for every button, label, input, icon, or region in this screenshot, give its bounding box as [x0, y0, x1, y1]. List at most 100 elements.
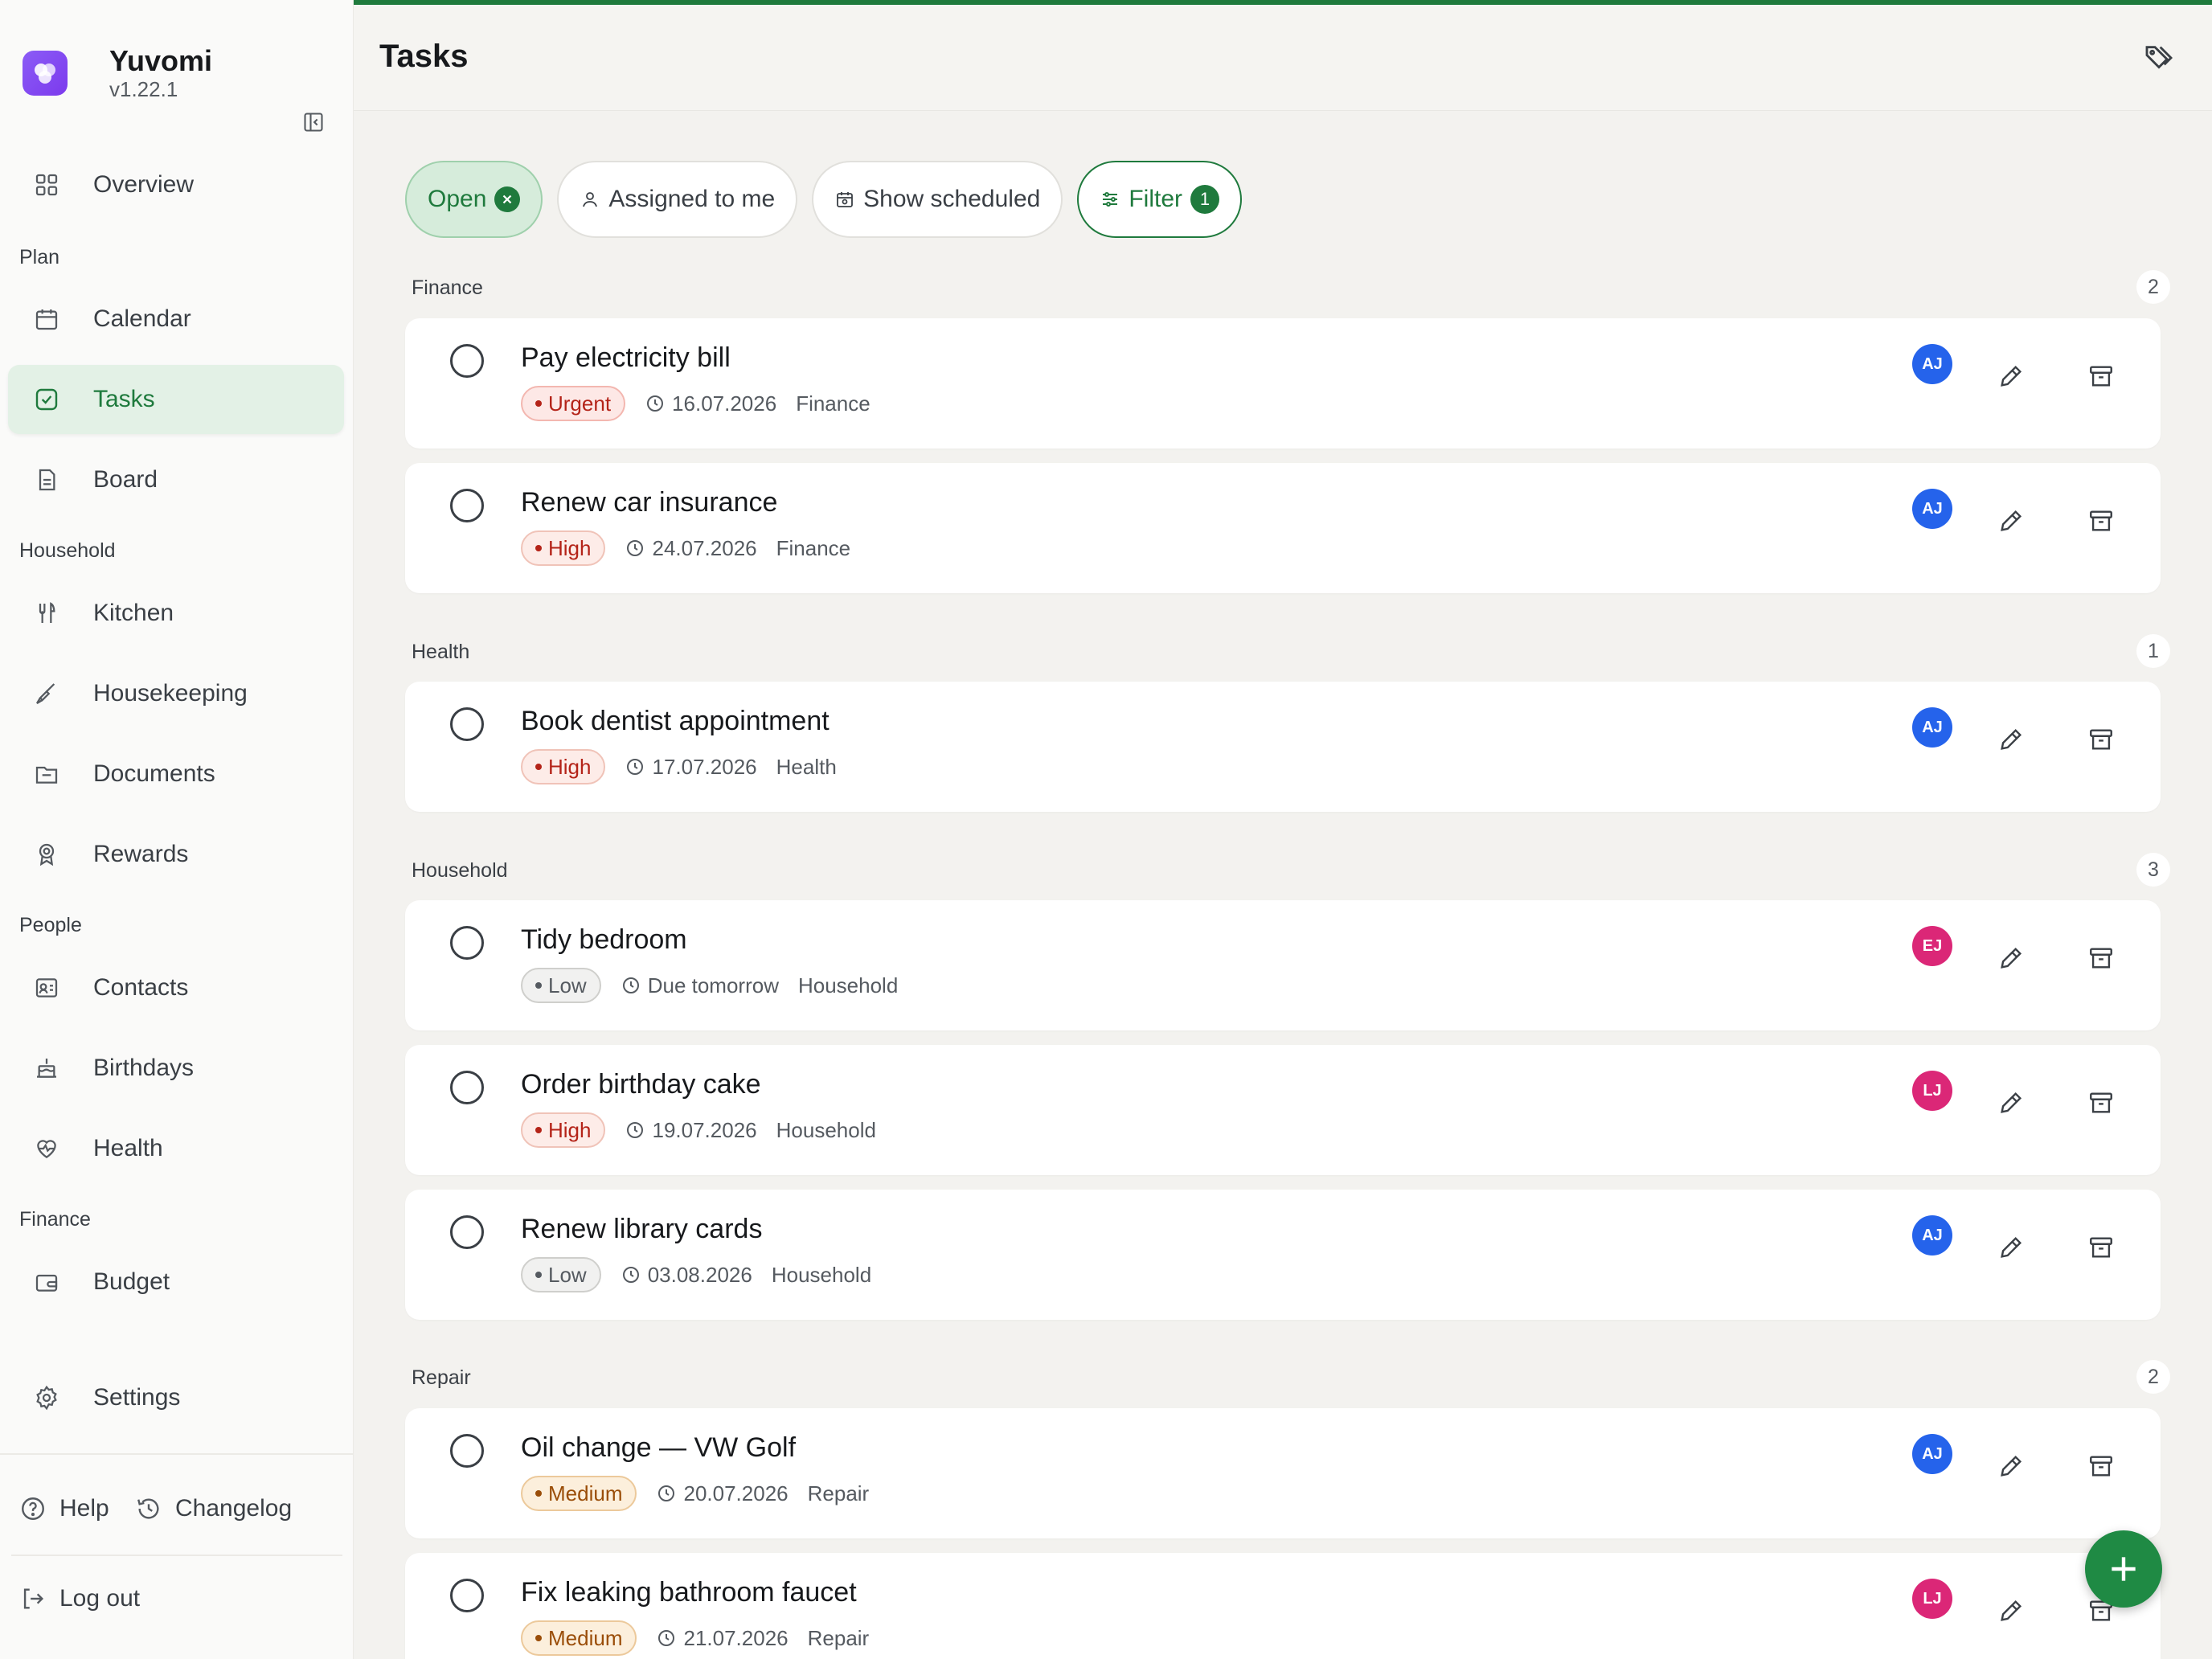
brand-name: Yuvomi — [109, 44, 213, 77]
task-checkbox[interactable] — [450, 926, 484, 960]
sidebar-item-contacts[interactable]: Contacts — [8, 953, 344, 1022]
clock-icon — [621, 1264, 641, 1285]
task-category: Health — [776, 754, 837, 779]
avatar[interactable]: LJ — [1912, 1071, 1952, 1111]
task-row[interactable]: Oil change — VW Golf Medium 20.07.2026 R… — [405, 1408, 2161, 1538]
archive-icon[interactable] — [2083, 1230, 2119, 1265]
sidebar-item-overview[interactable]: Overview — [8, 150, 344, 219]
task-row[interactable]: Book dentist appointment High 17.07.2026… — [405, 682, 2161, 812]
sidebar-item-calendar[interactable]: Calendar — [8, 285, 344, 354]
task-checkbox[interactable] — [450, 489, 484, 522]
app-root: Yuvomi v1.22.1 Overview Plan Calendar Ta… — [0, 0, 2212, 1659]
sidebar-item-documents[interactable]: Documents — [8, 739, 344, 809]
task-row[interactable]: Renew car insurance High 24.07.2026 Fina… — [405, 463, 2161, 593]
sidebar-item-budget[interactable]: Budget — [8, 1247, 344, 1317]
task-meta: Low Due tomorrow Household — [521, 968, 898, 1003]
sidebar-item-label: Board — [93, 466, 158, 493]
sidebar-item-settings[interactable]: Settings — [8, 1363, 344, 1432]
archive-icon[interactable] — [2083, 1085, 2119, 1120]
task-checkbox[interactable] — [450, 1434, 484, 1468]
task-checkbox[interactable] — [450, 1579, 484, 1612]
avatar[interactable]: AJ — [1912, 1434, 1952, 1474]
sidebar-divider — [0, 1453, 354, 1455]
avatar[interactable]: AJ — [1912, 344, 1952, 384]
edit-pencil-icon[interactable] — [1993, 722, 2029, 757]
task-checkbox[interactable] — [450, 1215, 484, 1249]
sidebar-item-label: Kitchen — [93, 600, 174, 626]
task-category: Finance — [796, 391, 870, 416]
task-due: 03.08.2026 — [647, 1262, 752, 1287]
avatar[interactable]: AJ — [1912, 707, 1952, 748]
archive-icon[interactable] — [2083, 503, 2119, 539]
task-row[interactable]: Renew library cards Low 03.08.2026 House… — [405, 1190, 2161, 1320]
sidebar-item-birthdays[interactable]: Birthdays — [8, 1034, 344, 1103]
priority-badge: High — [521, 530, 606, 566]
task-due: 16.07.2026 — [672, 391, 777, 416]
priority-badge: Medium — [521, 1620, 637, 1656]
task-category: Household — [776, 1117, 876, 1142]
task-checkbox[interactable] — [450, 707, 484, 741]
filter-assigned-chip[interactable]: Assigned to me — [557, 161, 798, 238]
changelog-label: Changelog — [175, 1495, 293, 1522]
priority-badge: Low — [521, 1257, 601, 1292]
task-checkbox[interactable] — [450, 344, 484, 378]
plus-icon — [2112, 1557, 2136, 1581]
changelog-link[interactable]: Changelog — [133, 1493, 292, 1524]
edit-pencil-icon[interactable] — [1993, 1448, 2029, 1484]
help-link[interactable]: Help — [18, 1493, 109, 1524]
task-checkbox[interactable] — [450, 1071, 484, 1104]
task-row[interactable]: Order birthday cake High 19.07.2026 Hous… — [405, 1045, 2161, 1175]
add-task-button[interactable] — [2085, 1530, 2162, 1608]
avatar[interactable]: AJ — [1912, 1215, 1952, 1256]
sidebar-item-label: Housekeeping — [93, 680, 248, 707]
filter-scheduled-chip[interactable]: Show scheduled — [812, 161, 1063, 238]
task-meta: High 24.07.2026 Finance — [521, 530, 850, 566]
group-count-badge: 3 — [2136, 853, 2170, 887]
tags-icon[interactable] — [2141, 40, 2177, 76]
sidebar-item-label: Tasks — [93, 386, 155, 412]
task-row[interactable]: Tidy bedroom Low Due tomorrow Household … — [405, 900, 2161, 1030]
task-due: 21.07.2026 — [683, 1625, 789, 1650]
edit-pencil-icon[interactable] — [1993, 1230, 2029, 1265]
clear-filter-icon[interactable] — [494, 186, 521, 212]
task-row[interactable]: Pay electricity bill Urgent 16.07.2026 F… — [405, 318, 2161, 449]
sidebar-item-kitchen[interactable]: Kitchen — [8, 579, 344, 648]
edit-pencil-icon[interactable] — [1993, 940, 2029, 976]
task-title: Fix leaking bathroom faucet — [521, 1577, 857, 1608]
nav-section-household: Household — [19, 539, 116, 562]
sidebar-item-housekeeping[interactable]: Housekeeping — [8, 659, 344, 728]
archive-icon[interactable] — [2083, 722, 2119, 757]
avatar[interactable]: AJ — [1912, 489, 1952, 529]
filter-button[interactable]: Filter 1 — [1077, 161, 1242, 238]
edit-pencil-icon[interactable] — [1993, 503, 2029, 539]
archive-icon[interactable] — [2083, 358, 2119, 394]
collapse-sidebar-icon[interactable] — [301, 109, 326, 135]
sidebar-item-board[interactable]: Board — [8, 445, 344, 514]
task-category: Finance — [776, 535, 851, 560]
sidebar-item-tasks[interactable]: Tasks — [8, 365, 344, 434]
sidebar-item-label: Documents — [93, 760, 215, 787]
archive-icon[interactable] — [2083, 940, 2119, 976]
sidebar-item-label: Birthdays — [93, 1055, 195, 1081]
sidebar-item-health[interactable]: Health — [8, 1114, 344, 1183]
clock-icon — [625, 1120, 645, 1141]
brand[interactable]: Yuvomi v1.22.1 — [23, 45, 212, 101]
sidebar-item-label: Health — [93, 1135, 163, 1161]
task-due: Due tomorrow — [647, 973, 779, 997]
sidebar-item-label: Rewards — [93, 841, 189, 867]
sliders-icon — [1100, 189, 1120, 210]
avatar[interactable]: EJ — [1912, 926, 1952, 966]
avatar[interactable]: LJ — [1912, 1579, 1952, 1619]
task-row[interactable]: Fix leaking bathroom faucet Medium 21.07… — [405, 1553, 2161, 1659]
filter-open-chip[interactable]: Open — [405, 161, 543, 238]
archive-icon[interactable] — [2083, 1448, 2119, 1484]
help-circle-icon — [18, 1493, 48, 1524]
edit-pencil-icon[interactable] — [1993, 1085, 2029, 1120]
nav-section-plan: Plan — [19, 246, 60, 268]
edit-pencil-icon[interactable] — [1993, 1593, 2029, 1628]
filter-open-label: Open — [428, 186, 487, 212]
sidebar-item-rewards[interactable]: Rewards — [8, 820, 344, 889]
edit-pencil-icon[interactable] — [1993, 358, 2029, 394]
logout-link[interactable]: Log out — [18, 1583, 140, 1614]
history-icon — [133, 1493, 164, 1524]
